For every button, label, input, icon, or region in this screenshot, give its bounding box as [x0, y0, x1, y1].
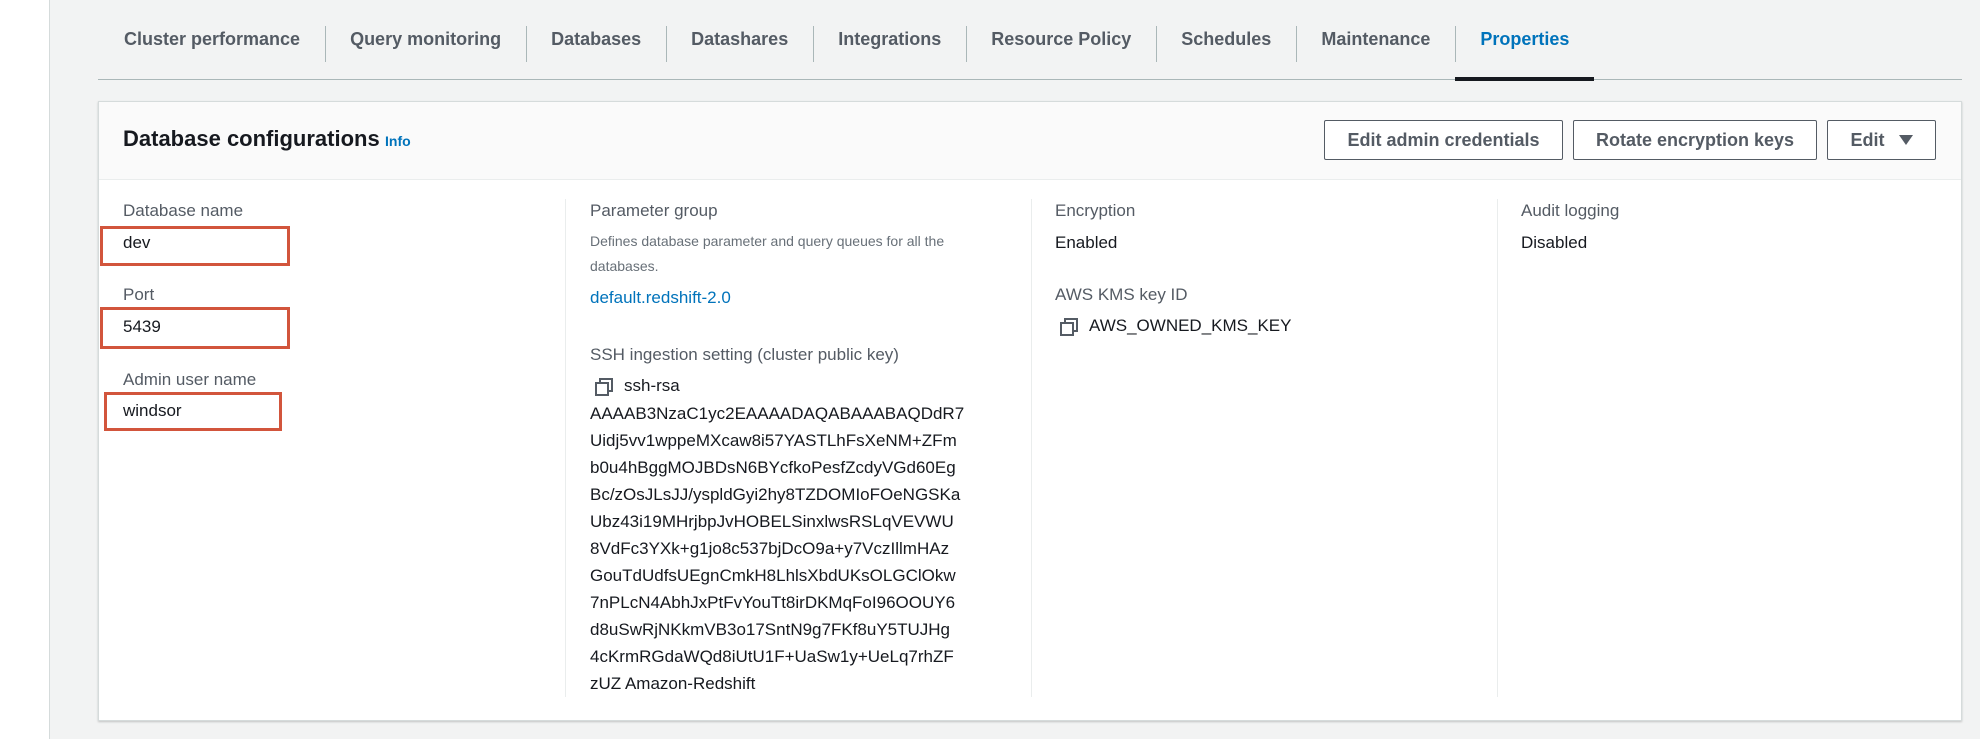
- database-name-label: Database name: [123, 201, 244, 220]
- parameter-group-label: Parameter group: [590, 201, 718, 220]
- audit-logging-label: Audit logging: [1521, 201, 1620, 220]
- edit-admin-credentials-button[interactable]: Edit admin credentials: [1324, 120, 1563, 160]
- column-divider: [1031, 199, 1032, 697]
- tab-properties[interactable]: Properties: [1455, 0, 1595, 81]
- ssh-key-line: GouTdUdfsUEgnCmkH8LhlsXbdUKsOLGClOkw: [590, 566, 956, 585]
- edit-dropdown-button[interactable]: Edit: [1827, 120, 1936, 160]
- kms-key-id-value: AWS_OWNED_KMS_KEY: [1089, 316, 1292, 335]
- tab-databases[interactable]: Databases: [526, 0, 666, 79]
- panel-header: Database configurations Info Edit admin …: [99, 102, 1961, 180]
- tab-datashares[interactable]: Datashares: [666, 0, 813, 79]
- tab-integrations[interactable]: Integrations: [813, 0, 966, 79]
- ssh-key-line: 7nPLcN4AbhJxPtFvYouTt8irDKMqFoI96OOUY6: [590, 593, 956, 612]
- ssh-key-line: zUZ Amazon-Redshift: [590, 674, 756, 693]
- port-value: 5439: [123, 317, 161, 336]
- ssh-key-line: b0u4hBggMOJBDsN6BYcfkoPesfZcdyVGd60Eg: [590, 458, 956, 477]
- ssh-key-line: AAAAB3NzaC1yc2EAAAADAQABAAABAQDdR7: [590, 404, 965, 423]
- kms-key-id-label: AWS KMS key ID: [1055, 285, 1188, 304]
- encryption-label: Encryption: [1055, 201, 1136, 220]
- left-navigation-rail: [0, 0, 50, 739]
- encryption-value: Enabled: [1055, 233, 1118, 252]
- tab-cluster-performance[interactable]: Cluster performance: [98, 0, 325, 79]
- column-divider: [565, 199, 566, 697]
- tab-maintenance[interactable]: Maintenance: [1296, 0, 1455, 79]
- tab-resource-policy[interactable]: Resource Policy: [966, 0, 1156, 79]
- parameter-group-link[interactable]: default.redshift-2.0: [590, 288, 731, 308]
- copy-icon[interactable]: [595, 378, 613, 396]
- edit-button-label: Edit: [1850, 129, 1885, 150]
- database-configurations-panel: Database configurations Info Edit admin …: [98, 101, 1962, 721]
- ssh-public-key: AAAAB3NzaC1yc2EAAAADAQABAAABAQDdR7 Uidj5…: [590, 400, 964, 697]
- ssh-key-line: Ubz43i19MHrjbpJvHOBELSinxlwsRSLqVEVWU: [590, 512, 954, 531]
- database-name-value: dev: [123, 233, 151, 252]
- parameter-group-description: Defines database parameter and query que…: [590, 233, 945, 274]
- ssh-key-line: Bc/zOsJLsJJ/yspldGyi2hy8TZDOMIoFOeNGSKa: [590, 485, 961, 504]
- ssh-key-line: 8VdFc3YXk+g1jo8c537bjDcO9a+y7VczIllmHAz: [590, 539, 950, 558]
- ssh-ingestion-label: SSH ingestion setting (cluster public ke…: [590, 345, 899, 364]
- info-link[interactable]: Info: [385, 133, 411, 149]
- column-divider: [1497, 199, 1498, 697]
- admin-user-name-value: windsor: [123, 401, 182, 420]
- audit-logging-value: Disabled: [1521, 233, 1588, 252]
- ssh-key-type: ssh-rsa: [624, 376, 680, 395]
- caret-down-icon: [1898, 135, 1913, 145]
- panel-title: Database configurations: [123, 126, 380, 151]
- ssh-key-line: 4cKrmRGdaWQd8iUtU1F+UaSw1y+UeLq7rhZF: [590, 647, 954, 666]
- copy-icon[interactable]: [1060, 318, 1078, 336]
- tab-query-monitoring[interactable]: Query monitoring: [325, 0, 526, 79]
- port-label: Port: [123, 285, 155, 304]
- ssh-key-line: d8uSwRjNKkmVB3o17SntN9g7FKf8uY5TUJHg: [590, 620, 951, 639]
- admin-user-name-label: Admin user name: [123, 370, 257, 389]
- ssh-key-line: Uidj5vv1wppeMXcaw8i57YASTLhFsXeNM+ZFm: [590, 431, 957, 450]
- rotate-encryption-keys-button[interactable]: Rotate encryption keys: [1573, 120, 1817, 160]
- tab-bar: Cluster performance Query monitoring Dat…: [98, 0, 1962, 81]
- tab-schedules[interactable]: Schedules: [1156, 0, 1296, 79]
